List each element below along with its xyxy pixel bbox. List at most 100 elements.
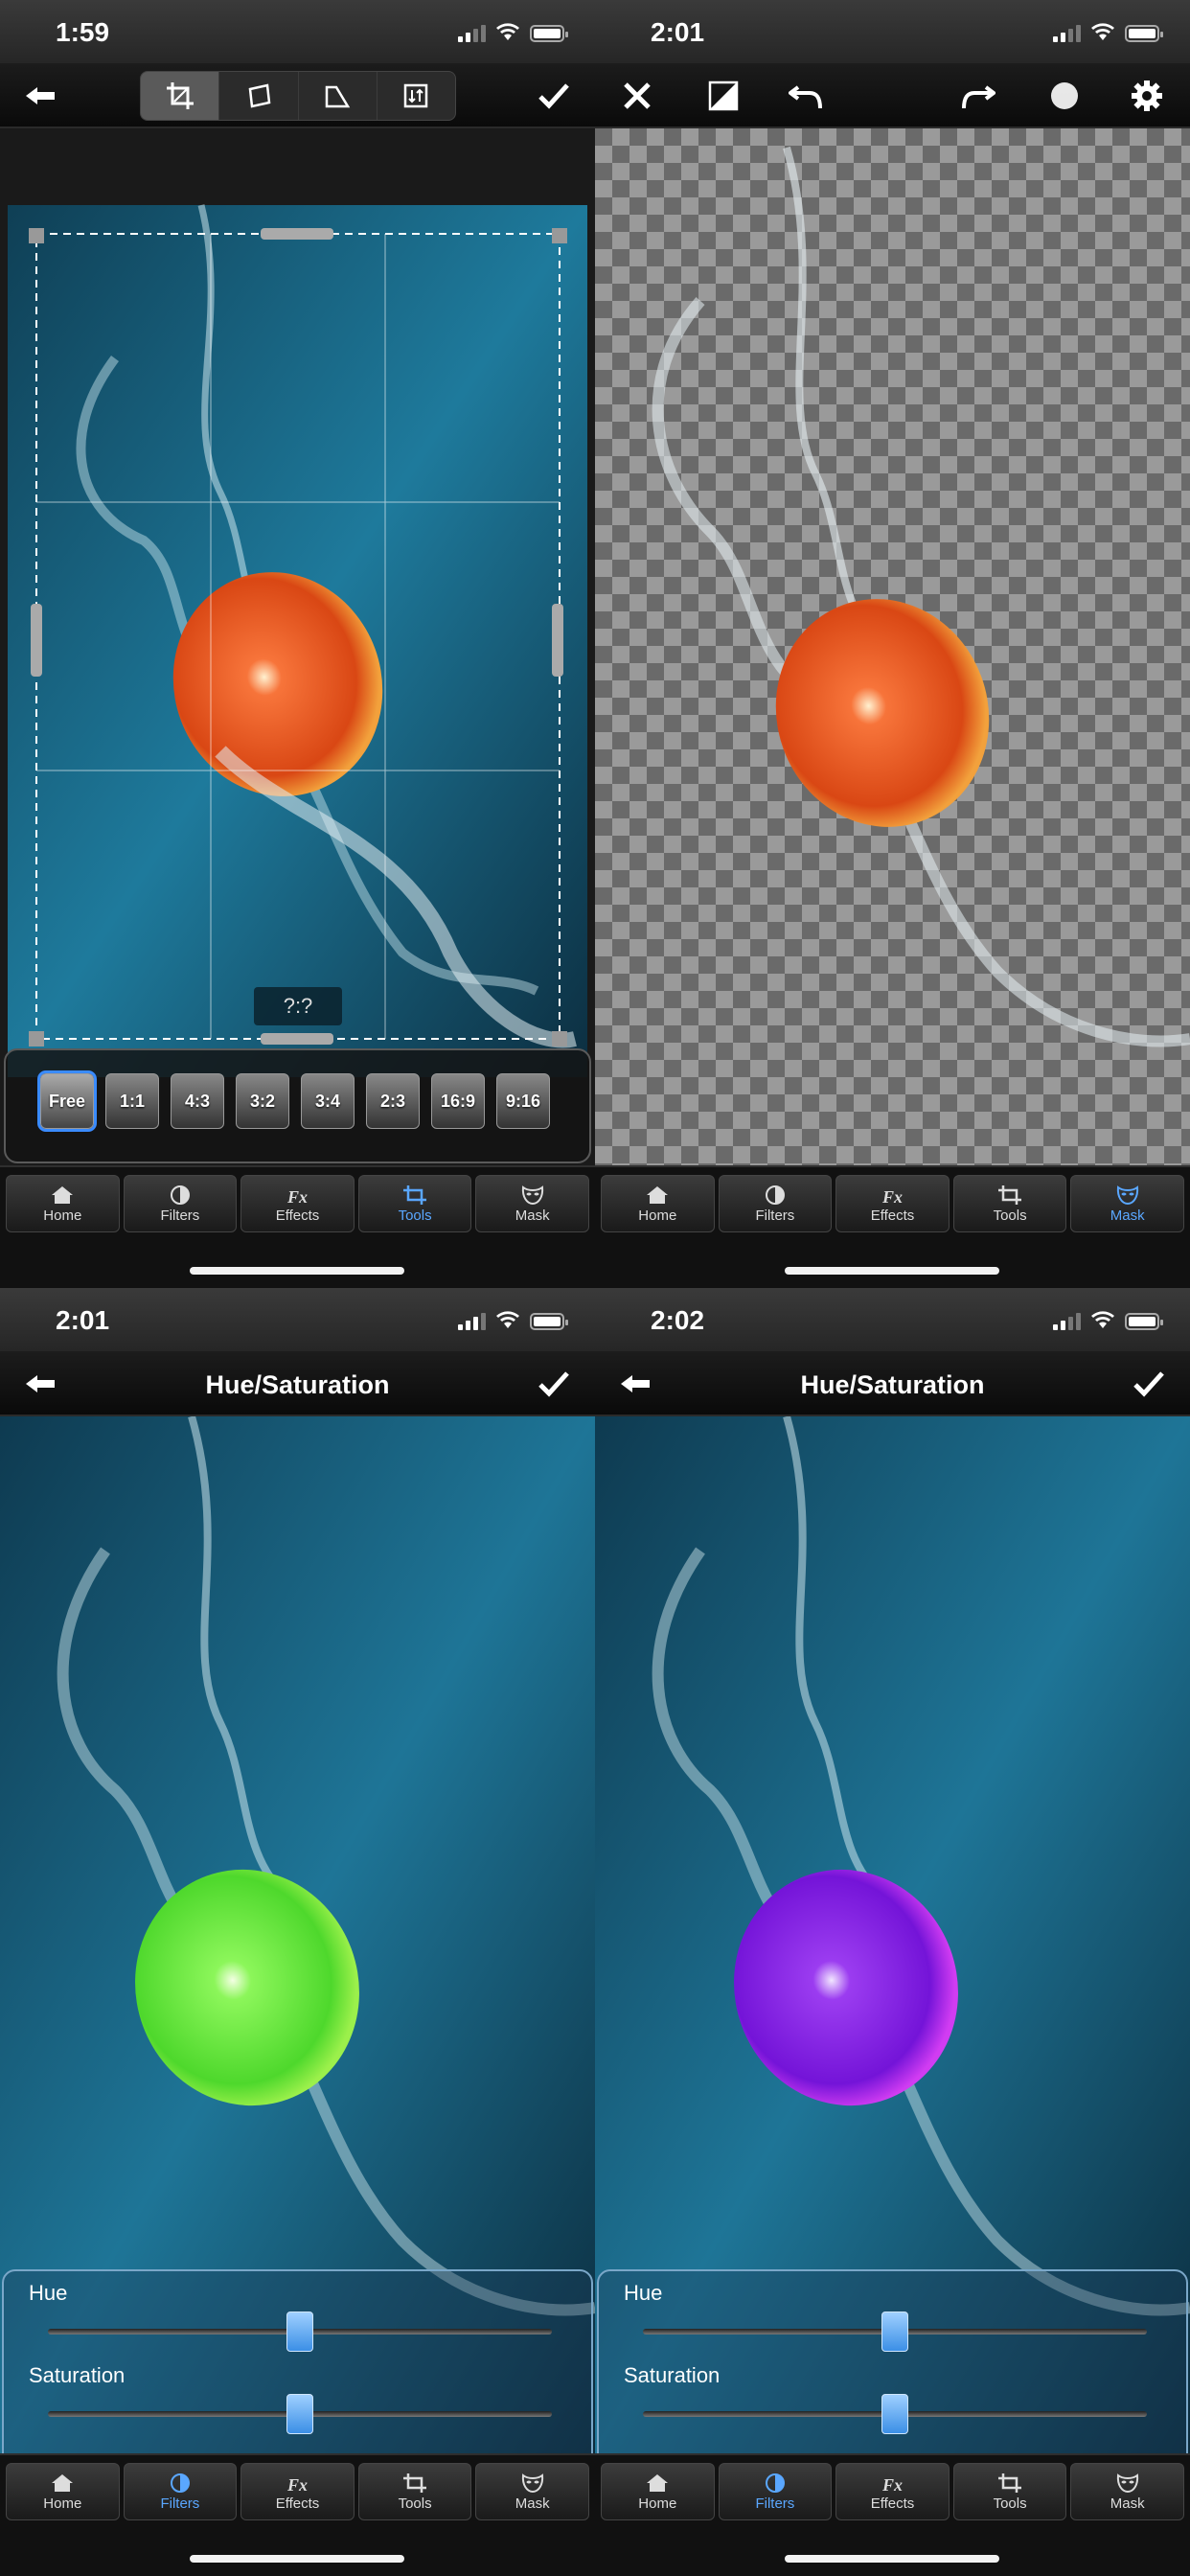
crop-canvas[interactable]: ?:? (0, 128, 595, 1165)
tab-mask[interactable]: Mask (475, 2463, 589, 2520)
status-icons (458, 23, 568, 42)
ratio-button-16-9[interactable]: 16:9 (431, 1073, 485, 1129)
tab-label: Mask (1110, 1207, 1145, 1224)
tab-label: Home (638, 1207, 677, 1224)
status-bar: 2:02 (595, 1288, 1190, 1351)
tab-tools[interactable]: Tools (952, 2463, 1067, 2520)
tab-filters[interactable]: Filters (718, 1175, 833, 1232)
tab-effects[interactable]: Fx Effects (835, 1175, 950, 1232)
bottom-tab-bar: Home Filters Fx Effects Tools Mask (0, 2453, 595, 2576)
undo-icon[interactable] (783, 73, 829, 119)
tab-label: Filters (755, 1207, 795, 1224)
status-time: 2:01 (56, 1305, 110, 1335)
confirm-check-icon[interactable] (1126, 1361, 1172, 1407)
tab-label: Tools (993, 2495, 1027, 2512)
flip-icon[interactable] (378, 72, 455, 120)
svg-text:Fx: Fx (286, 2475, 308, 2494)
home-icon (52, 2473, 74, 2492)
saturation-label: Saturation (624, 2363, 721, 2387)
crop-icon[interactable] (141, 72, 220, 120)
home-icon (647, 2473, 669, 2492)
ratio-button-4-3[interactable]: 4:3 (171, 1073, 224, 1129)
tab-label: Tools (398, 2495, 432, 2512)
home-indicator (190, 2555, 404, 2563)
status-bar: 2:01 (0, 1288, 595, 1351)
aspect-ratio-bar: Free 1:1 4:3 3:2 3:4 2:3 16:9 9:16 (4, 1048, 591, 1163)
tab-home[interactable]: Home (6, 2463, 120, 2520)
hue-label: Hue (29, 2281, 68, 2305)
bottom-tab-bar: Home Filters Fx Effects Tools Mask (0, 1165, 595, 1288)
mask-icon (521, 2472, 543, 2493)
ratio-button-3-4[interactable]: 3:4 (301, 1073, 355, 1129)
saturation-slider-thumb[interactable] (286, 2394, 313, 2434)
tools-icon (403, 2472, 427, 2493)
status-icons (1053, 1311, 1163, 1330)
status-icons (1053, 23, 1163, 42)
mask-icon (521, 1184, 543, 1205)
home-indicator (785, 2555, 999, 2563)
tab-effects[interactable]: Fx Effects (240, 1175, 355, 1232)
tab-tools[interactable]: Tools (952, 1175, 1067, 1232)
cellular-icon (1053, 25, 1081, 42)
tab-mask[interactable]: Mask (1070, 1175, 1184, 1232)
tab-effects[interactable]: Fx Effects (240, 2463, 355, 2520)
straighten-icon[interactable] (219, 72, 299, 120)
effects-icon: Fx (286, 2475, 308, 2494)
settings-gear-icon[interactable] (1124, 73, 1170, 119)
tab-effects[interactable]: Fx Effects (835, 2463, 950, 2520)
filters-icon (765, 2472, 785, 2493)
tab-label: Home (43, 2495, 82, 2512)
tools-icon (403, 1184, 427, 1205)
close-icon[interactable] (614, 73, 660, 119)
status-bar: 1:59 (0, 0, 595, 63)
tab-label: Effects (870, 2495, 915, 2512)
mask-canvas[interactable] (595, 128, 1190, 1165)
wifi-icon (1091, 23, 1114, 40)
brush-size-icon[interactable] (1041, 73, 1087, 119)
tab-home[interactable]: Home (601, 1175, 715, 1232)
back-arrow-icon[interactable] (17, 73, 63, 119)
tab-home[interactable]: Home (6, 1175, 120, 1232)
tab-label: Filters (160, 1207, 200, 1224)
ratio-button-1-1[interactable]: 1:1 (105, 1073, 159, 1129)
hue-slider-thumb[interactable] (881, 2312, 908, 2352)
saturation-slider-thumb[interactable] (881, 2394, 908, 2434)
redo-icon[interactable] (955, 73, 1001, 119)
screen-hue-saturation-purple: 2:02 Hue/Saturation Hue Saturation Home … (595, 1288, 1190, 2576)
tab-label: Mask (1110, 2495, 1145, 2512)
ratio-button-3-2[interactable]: 3:2 (236, 1073, 289, 1129)
status-time: 2:02 (651, 1305, 705, 1335)
svg-text:Fx: Fx (881, 1187, 903, 1206)
tab-label: Mask (515, 2495, 550, 2512)
battery-icon (1125, 25, 1163, 42)
tab-mask[interactable]: Mask (475, 1175, 589, 1232)
tab-label: Effects (275, 2495, 320, 2512)
tab-filters[interactable]: Filters (123, 1175, 238, 1232)
tab-label: Filters (160, 2495, 200, 2512)
tab-filters[interactable]: Filters (123, 2463, 238, 2520)
hue-saturation-panel: Hue Saturation (597, 2269, 1188, 2480)
tab-label: Effects (275, 1207, 320, 1224)
tab-home[interactable]: Home (601, 2463, 715, 2520)
tab-mask[interactable]: Mask (1070, 2463, 1184, 2520)
crop-toolbar (0, 63, 595, 128)
screenshot-grid: 1:59 ?:? Free 1:1 4:3 3:2 3:4 2:3 16:9 9… (0, 0, 1190, 2576)
battery-icon (1125, 1313, 1163, 1330)
tab-tools[interactable]: Tools (357, 2463, 472, 2520)
ratio-button-free[interactable]: Free (37, 1070, 97, 1132)
filters-icon (765, 1184, 785, 1205)
ratio-button-2-3[interactable]: 2:3 (366, 1073, 420, 1129)
tab-tools[interactable]: Tools (357, 1175, 472, 1232)
invert-mask-icon[interactable] (700, 73, 746, 119)
confirm-check-icon[interactable] (531, 1361, 577, 1407)
mask-toolbar (595, 63, 1190, 128)
tab-filters[interactable]: Filters (718, 2463, 833, 2520)
home-indicator (785, 1267, 999, 1275)
ratio-button-9-16[interactable]: 9:16 (496, 1073, 550, 1129)
aspect-ratio-readout: ?:? (254, 987, 342, 1025)
confirm-check-icon[interactable] (531, 73, 577, 119)
cellular-icon (458, 25, 486, 42)
hue-slider-thumb[interactable] (286, 2312, 313, 2352)
perspective-icon[interactable] (299, 72, 378, 120)
filters-icon (170, 2472, 190, 2493)
